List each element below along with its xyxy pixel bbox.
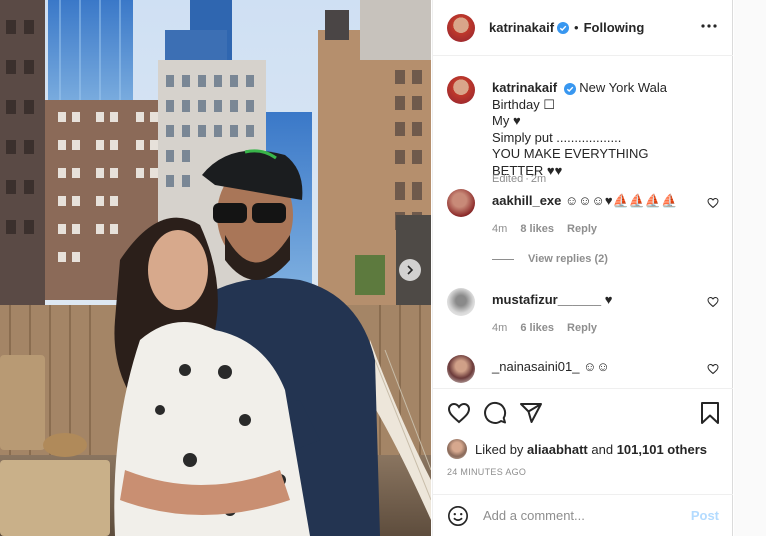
author-avatar[interactable] bbox=[447, 13, 475, 42]
author-avatar[interactable] bbox=[447, 76, 475, 104]
caption: katrinakaif New York Wala Birthday ☐ My … bbox=[447, 76, 727, 185]
caption-line-2: My ♥ bbox=[492, 113, 521, 128]
heart-icon[interactable] bbox=[707, 197, 719, 209]
author-username[interactable]: katrinakaif bbox=[489, 20, 554, 35]
more-options-icon[interactable] bbox=[701, 18, 717, 34]
post-image bbox=[0, 0, 431, 536]
comment-username[interactable]: mustafizur______ bbox=[492, 292, 601, 307]
commenter-avatar[interactable] bbox=[447, 355, 475, 383]
liker-username[interactable]: aliaabhatt bbox=[527, 442, 588, 457]
edited-label: Edited bbox=[492, 173, 524, 185]
post-comment-button[interactable]: Post bbox=[691, 508, 719, 523]
emoji-icon[interactable] bbox=[447, 505, 469, 527]
comment-icon[interactable] bbox=[483, 401, 507, 425]
verified-badge-icon bbox=[563, 82, 576, 95]
bookmark-icon[interactable] bbox=[699, 401, 721, 425]
caption-line-3: Simply put .................. bbox=[492, 129, 622, 145]
commenter-avatar[interactable] bbox=[447, 288, 475, 316]
chevron-right-icon bbox=[407, 265, 414, 275]
liker-avatar[interactable] bbox=[447, 439, 467, 459]
comment-meta: 4m 8 likes Reply bbox=[492, 223, 607, 235]
comment-likes[interactable]: 6 likes bbox=[520, 322, 554, 334]
caption-time: 2m bbox=[530, 173, 547, 185]
likes-count[interactable]: 101,101 others bbox=[617, 442, 707, 457]
view-replies-button[interactable]: View replies (2) bbox=[492, 253, 608, 265]
page-background bbox=[734, 0, 766, 536]
comment-time: 4m bbox=[492, 223, 508, 235]
comments-list[interactable]: katrinakaif New York Wala Birthday ☐ My … bbox=[433, 57, 733, 388]
next-photo-button[interactable] bbox=[399, 259, 421, 281]
heart-icon[interactable] bbox=[707, 296, 719, 308]
view-replies-label: View replies (2) bbox=[528, 253, 608, 265]
comment-meta: 4m 6 likes Reply bbox=[492, 322, 607, 334]
comment-likes[interactable]: 8 likes bbox=[520, 223, 554, 235]
share-icon[interactable] bbox=[519, 401, 543, 425]
replies-line bbox=[492, 258, 514, 260]
comment-text: ☺☺ bbox=[583, 359, 610, 374]
post-photo[interactable] bbox=[0, 0, 431, 536]
heart-icon[interactable] bbox=[707, 363, 719, 375]
caption-username[interactable]: katrinakaif bbox=[492, 80, 557, 95]
reply-button[interactable]: Reply bbox=[567, 223, 597, 235]
comment-username[interactable]: aakhill_exe bbox=[492, 193, 561, 208]
post-timestamp[interactable]: 24 MINUTES AGO bbox=[447, 467, 526, 477]
caption-meta: Edited · 2m bbox=[492, 173, 547, 185]
heart-icon[interactable] bbox=[447, 401, 471, 425]
liked-by-and: and bbox=[591, 441, 614, 457]
comment-input[interactable] bbox=[483, 508, 673, 523]
liked-by-prefix: Liked by bbox=[475, 441, 524, 457]
comment-item: _nainasaini01_ ☺☺ bbox=[447, 355, 727, 388]
post-header: katrinakaif • Following bbox=[433, 0, 733, 56]
separator-dot: • bbox=[574, 20, 579, 35]
reply-button[interactable]: Reply bbox=[567, 322, 597, 334]
add-comment-bar: Post bbox=[433, 494, 733, 536]
commenter-avatar[interactable] bbox=[447, 189, 475, 217]
comment-text: ☺☺☺♥⛵⛵⛵⛵ bbox=[565, 193, 678, 208]
comment-time: 4m bbox=[492, 322, 508, 334]
comment-username[interactable]: _nainasaini01_ bbox=[492, 359, 579, 374]
verified-badge-icon bbox=[557, 21, 570, 34]
likes-summary: Liked by aliaabhatt and 101,101 others bbox=[447, 438, 707, 460]
action-bar bbox=[433, 388, 733, 436]
following-button[interactable]: Following bbox=[584, 20, 645, 35]
comment-text: ♥ bbox=[604, 292, 613, 307]
post-side-panel: katrinakaif • Following katrinakaif New … bbox=[432, 0, 733, 536]
